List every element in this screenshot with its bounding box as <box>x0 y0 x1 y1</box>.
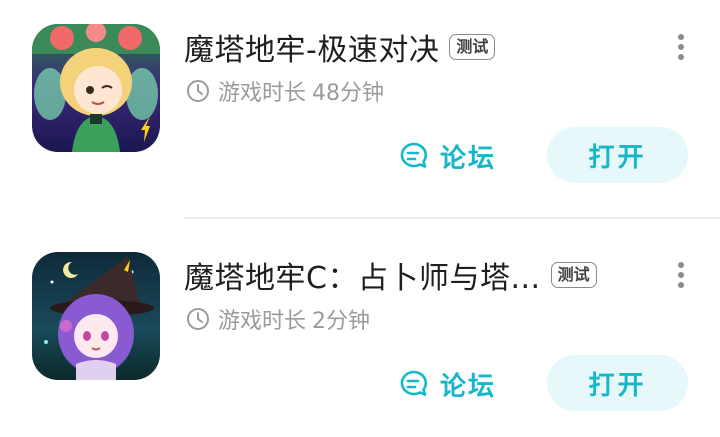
playtime: 游戏时长 48分钟 <box>186 74 384 108</box>
test-badge: 测试 <box>449 34 496 60</box>
open-button[interactable]: 打开 <box>547 355 688 411</box>
title-row: 魔塔地牢-极速对决 测试 <box>184 22 496 72</box>
app-title[interactable]: 魔塔地牢-极速对决 <box>184 25 439 69</box>
witch-character-icon[interactable] <box>32 252 160 380</box>
forum-button[interactable]: 论坛 <box>398 134 496 178</box>
more-options-icon[interactable] <box>676 34 686 64</box>
playtime-value: 2分钟 <box>312 309 371 334</box>
forum-button[interactable]: 论坛 <box>398 362 496 406</box>
playtime-label: 游戏时长 <box>218 81 307 106</box>
open-button[interactable]: 打开 <box>547 127 688 183</box>
playtime-label: 游戏时长 <box>218 309 307 334</box>
divider <box>184 217 720 219</box>
test-badge: 测试 <box>550 262 597 288</box>
title-row: 魔塔地牢C：占卜师与塔... 测试 <box>184 250 597 300</box>
more-options-icon[interactable] <box>676 262 686 292</box>
app-card[interactable]: 魔塔地牢-极速对决 测试 游戏时长 48分钟 论坛 打开 <box>0 0 720 219</box>
app-card[interactable]: 魔塔地牢C：占卜师与塔... 测试 游戏时长 2分钟 论坛 打开 <box>0 228 720 428</box>
chat-bubble-icon <box>400 142 428 168</box>
app-list: 魔塔地牢-极速对决 测试 游戏时长 48分钟 论坛 打开 魔塔地牢C：占卜师与塔… <box>0 0 720 437</box>
chat-bubble-icon <box>400 370 428 396</box>
clock-icon <box>187 80 209 102</box>
clock-icon <box>187 308 209 330</box>
playtime-value: 48分钟 <box>312 81 385 106</box>
forum-label: 论坛 <box>440 143 497 174</box>
fairy-character-icon[interactable] <box>32 24 160 152</box>
playtime: 游戏时长 2分钟 <box>186 302 370 336</box>
forum-label: 论坛 <box>440 371 497 402</box>
app-title[interactable]: 魔塔地牢C：占卜师与塔... <box>184 253 541 297</box>
